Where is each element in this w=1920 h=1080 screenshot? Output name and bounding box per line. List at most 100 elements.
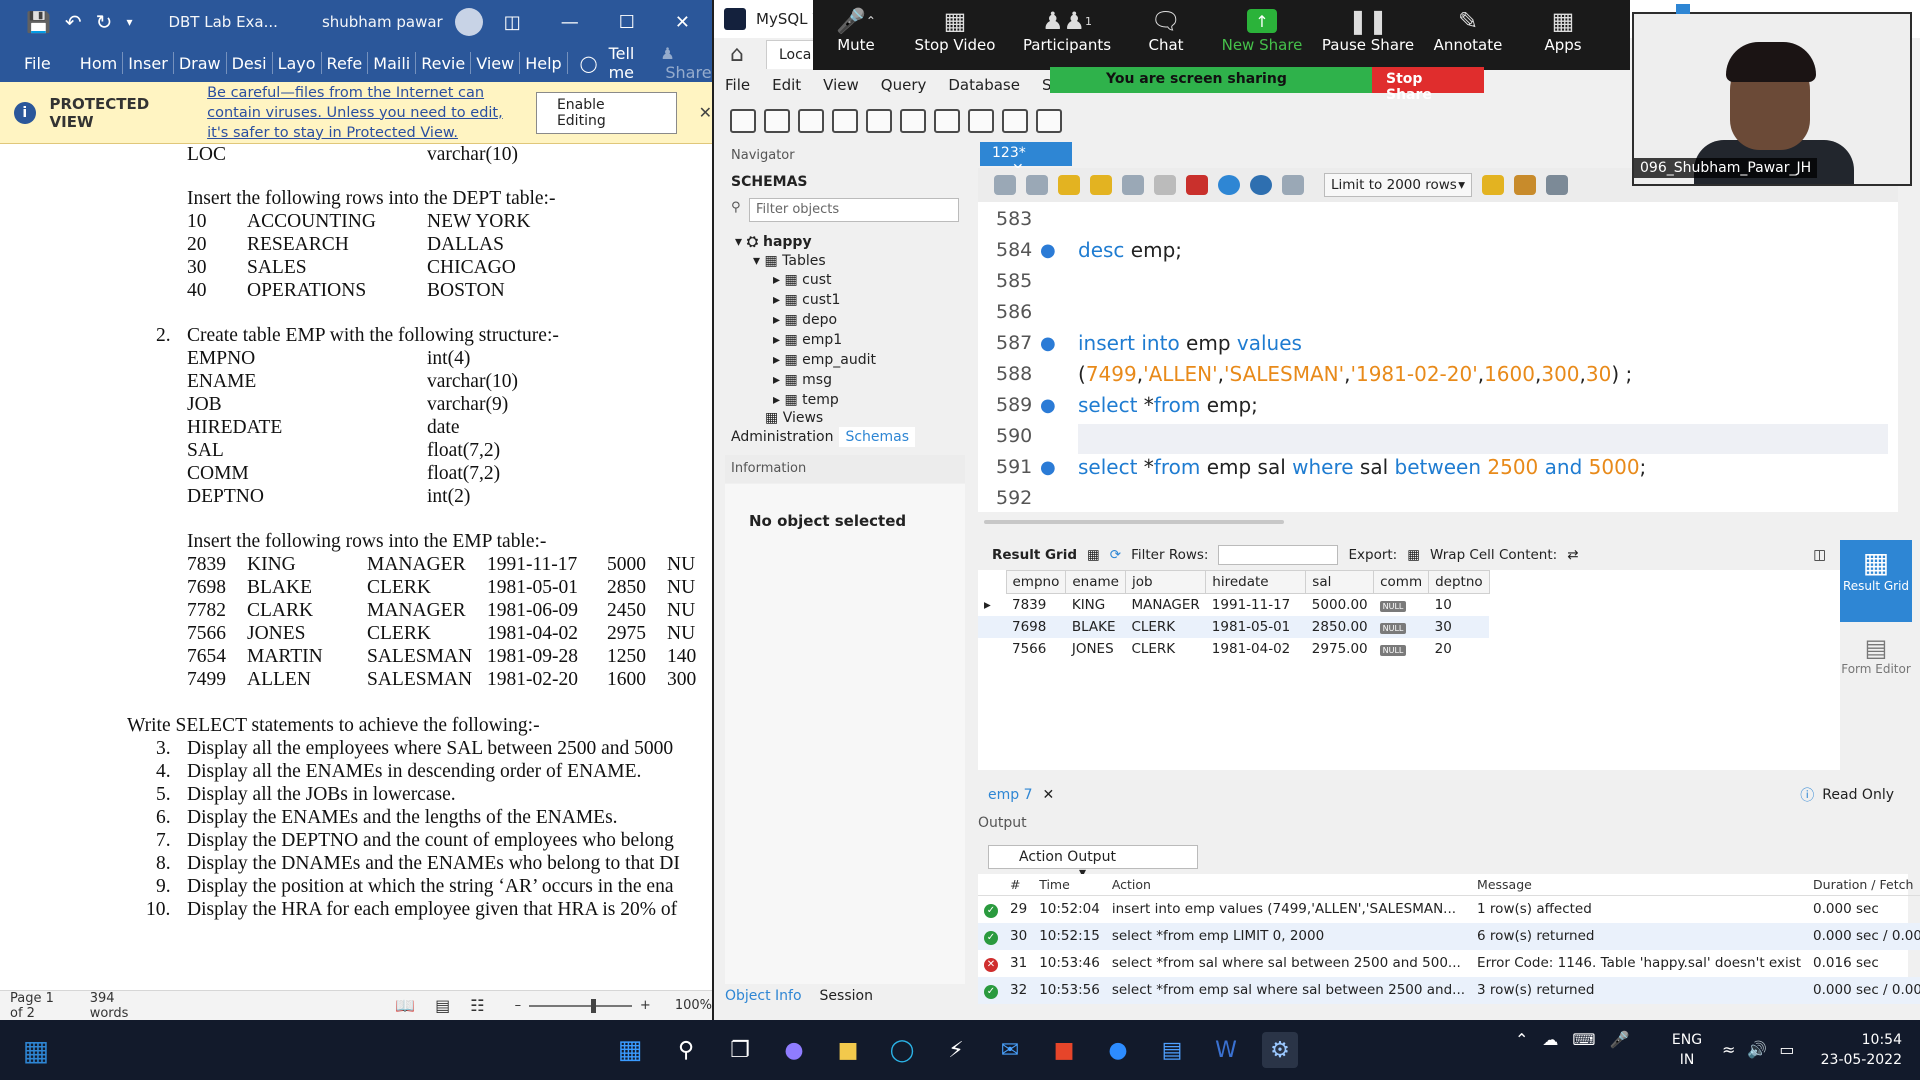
cell[interactable]: JONES (1066, 638, 1126, 660)
participants-button[interactable]: ♟♟ 1 Participants (1011, 0, 1123, 54)
grid-icon[interactable]: ▦ (1087, 547, 1100, 563)
tab-view[interactable]: View (471, 54, 519, 73)
tab-schemas[interactable]: Schemas (839, 427, 916, 447)
output-type-select[interactable]: Action Output ▾ (988, 845, 1198, 881)
column-header[interactable]: job (1124, 570, 1207, 594)
column-header[interactable]: Time (1033, 874, 1106, 896)
code-line[interactable]: select *from emp sal where sal between 2… (1078, 455, 1646, 479)
column-header[interactable]: Action (1105, 874, 1472, 896)
limit-rows-select[interactable]: Limit to 2000 rows ▾ (1324, 173, 1472, 197)
tab-mailings[interactable]: Maili (368, 54, 415, 73)
cell[interactable]: NULL (1374, 594, 1429, 616)
row-selector-arrow-icon[interactable]: ▸ (978, 594, 1006, 616)
tab-file[interactable]: File (0, 54, 75, 73)
column-header[interactable]: Message (1471, 874, 1808, 896)
column-header[interactable]: empno (1005, 570, 1067, 594)
table-item[interactable]: ▸ ▦ temp (773, 392, 839, 408)
toggle-error-icon[interactable] (1186, 175, 1208, 195)
task-view-button-icon[interactable]: ❐ (722, 1032, 758, 1068)
toggle-panel-icon[interactable]: ◫ (1813, 547, 1826, 563)
search-table-icon[interactable] (1002, 109, 1028, 133)
word-app-icon[interactable]: W (1208, 1032, 1244, 1068)
table-row[interactable]: 7698 BLAKE CLERK 1981-05-01 2850.00 NULL… (978, 615, 1490, 638)
web-layout-icon[interactable]: ☷ (470, 996, 484, 1015)
column-header[interactable]: deptno (1428, 570, 1490, 594)
create-table-icon[interactable] (866, 109, 892, 133)
explain-icon[interactable] (1122, 175, 1144, 195)
teams-icon[interactable]: ● (776, 1032, 812, 1068)
user-name[interactable]: shubham pawar (322, 13, 443, 31)
code-line[interactable]: insert into emp values (1078, 331, 1302, 355)
table-row[interactable]: ✓ 29 10:52:04 insert into emp values (74… (978, 896, 1920, 923)
tab-layout[interactable]: Layo (273, 54, 321, 73)
cell[interactable]: 3 row(s) returned (1471, 977, 1807, 1004)
cell[interactable]: KING (1066, 594, 1126, 616)
export-icon[interactable]: ▦ (1407, 547, 1420, 563)
cell[interactable]: 30 (1429, 616, 1490, 638)
filter-rows-input[interactable] (1218, 545, 1339, 565)
cell[interactable]: 0.000 sec / 0.000 sec (1807, 977, 1920, 1004)
create-schema-icon[interactable] (832, 109, 858, 133)
mysql-workbench-app-icon[interactable]: ⚙ (1262, 1032, 1298, 1068)
cell[interactable]: CLERK (1125, 616, 1205, 638)
filter-objects-input[interactable]: Filter objects (749, 198, 959, 222)
table-item[interactable]: ▸ ▦ cust1 (773, 292, 840, 308)
column-header[interactable]: sal (1305, 570, 1375, 594)
cell[interactable]: 7839 (1006, 594, 1066, 616)
inspector-icon[interactable] (798, 109, 824, 133)
column-header[interactable]: # (1004, 874, 1034, 896)
clock[interactable]: 10:54 23-05-2022 (1812, 1030, 1902, 1070)
notepad-icon[interactable]: ▤ (1154, 1032, 1190, 1068)
cell[interactable]: Error Code: 1146. Table 'happy.sal' does… (1471, 950, 1807, 977)
edge-icon[interactable]: ◯ (884, 1032, 920, 1068)
code-line[interactable]: desc emp; (1078, 238, 1182, 262)
create-procedure-icon[interactable] (934, 109, 960, 133)
file-explorer-icon[interactable]: ■ (830, 1032, 866, 1068)
find-icon[interactable] (1546, 175, 1568, 195)
cell[interactable]: BLAKE (1066, 616, 1126, 638)
cell[interactable]: 10 (1429, 594, 1490, 616)
cell[interactable]: MANAGER (1125, 594, 1205, 616)
table-item[interactable]: ▸ ▦ msg (773, 372, 832, 388)
pause-share-button[interactable]: ❚❚ Pause Share (1315, 0, 1421, 54)
close-icon[interactable]: ✕ (699, 103, 712, 122)
tab-review[interactable]: Revie (416, 54, 470, 73)
wifi-icon[interactable]: ≈ (1722, 1040, 1735, 1059)
tab-design[interactable]: Desi (227, 54, 272, 73)
editor-horizontal-scrollbar[interactable] (984, 520, 1284, 524)
form-editor-side-button[interactable]: ▤ Form Editor (1840, 622, 1912, 688)
zoom-app-icon[interactable]: ● (1100, 1032, 1136, 1068)
beautify-icon[interactable] (1514, 175, 1536, 195)
table-row[interactable]: ✓ 32 10:53:56 select *from emp sal where… (978, 976, 1920, 1004)
column-header[interactable]: comm (1373, 570, 1430, 594)
save-icon[interactable]: 💾 (26, 10, 51, 34)
result-tab-emp[interactable]: emp 7 (988, 787, 1033, 803)
cell[interactable]: 0.000 sec (1807, 896, 1920, 923)
cell[interactable]: 31 (1004, 950, 1033, 977)
stop-video-button[interactable]: ▦ Stop Video (899, 0, 1011, 54)
reconnect-icon[interactable] (1036, 109, 1062, 133)
cell[interactable]: 20 (1429, 638, 1490, 660)
column-header[interactable]: ename (1065, 570, 1126, 594)
language-indicator[interactable]: ENG IN (1665, 1030, 1709, 1070)
cell[interactable]: 10:53:56 (1033, 977, 1106, 1004)
cell[interactable]: 1981-05-01 (1206, 616, 1306, 638)
cell[interactable]: insert into emp values (7499,'ALLEN','SA… (1106, 896, 1471, 923)
cell[interactable]: 6 row(s) returned (1471, 923, 1807, 950)
cell[interactable]: 2850.00 (1306, 616, 1374, 638)
new-sql-tab-icon[interactable] (730, 109, 756, 133)
table-row[interactable]: 7566 JONES CLERK 1981-04-02 2975.00 NULL… (978, 638, 1489, 660)
zoom-in-icon[interactable]: + (640, 998, 651, 1013)
search-icon[interactable]: ⚲ (668, 1032, 704, 1068)
tab-object-info[interactable]: Object Info (725, 988, 802, 1004)
tab-draw[interactable]: Draw (174, 54, 226, 73)
cloud-icon[interactable]: ☁ (1542, 1030, 1558, 1049)
table-row[interactable]: ▸ 7839 KING MANAGER 1991-11-17 5000.00 N… (978, 594, 1489, 616)
cell[interactable]: 2975.00 (1306, 638, 1374, 660)
volume-icon[interactable]: 🔊 (1747, 1040, 1767, 1059)
chat-button[interactable]: 🗨 Chat (1123, 0, 1209, 54)
tab-administration[interactable]: Administration (725, 427, 839, 447)
stop-share-button[interactable]: Stop Share (1372, 67, 1484, 103)
close-icon[interactable]: ✕ (1043, 787, 1055, 803)
print-layout-icon[interactable]: ▤ (435, 996, 450, 1015)
